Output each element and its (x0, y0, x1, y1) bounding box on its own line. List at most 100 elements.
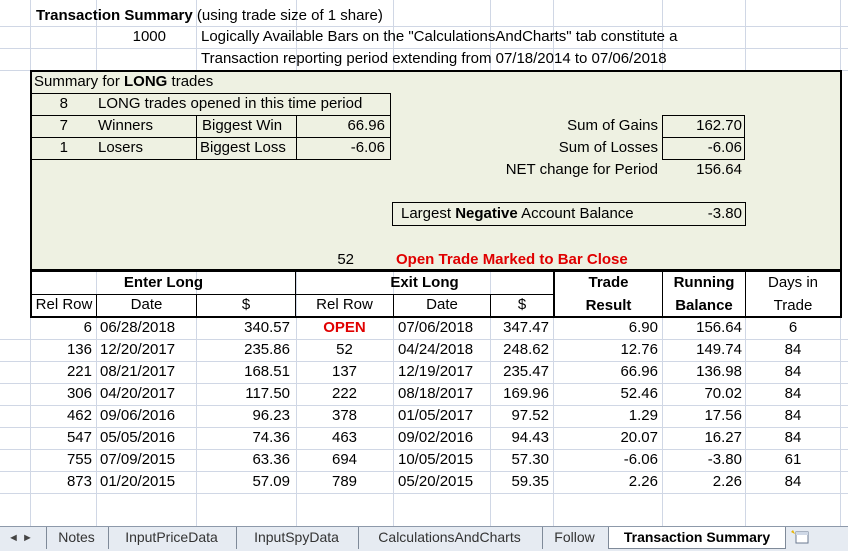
biggest-win-value: 66.96 (347, 117, 385, 134)
trade-result-cell: 52.46 (620, 385, 658, 402)
days-in-trade-cell: 61 (784, 451, 802, 468)
tab-transaction-summary[interactable]: Transaction Summary (608, 527, 786, 549)
biggest-loss-label: Biggest Loss (200, 139, 286, 156)
exit-rel-row-cell: 694 (331, 451, 358, 468)
running-balance-header-1: Running (673, 274, 735, 291)
tab-notes[interactable]: Notes (46, 527, 106, 549)
running-balance-cell: 70.02 (704, 385, 742, 402)
entry-rel-row-cell: 547 (66, 429, 92, 446)
entry-date-cell: 08/21/2017 (100, 363, 176, 380)
tab-scroll-right-icon[interactable]: ► (22, 531, 33, 545)
entry-date-cell: 07/09/2015 (100, 451, 176, 468)
sheet-title: Transaction Summary (using trade size of… (36, 6, 383, 26)
trade-result-cell: 6.90 (628, 319, 658, 336)
days-header-2: Trade (773, 297, 813, 314)
trade-result-cell: 1.29 (628, 407, 658, 424)
days-header-1: Days in (767, 274, 819, 291)
col-date: Date (130, 296, 163, 313)
entry-price-cell: 57.09 (252, 473, 290, 490)
new-sheet-icon[interactable] (790, 529, 812, 547)
running-balance-cell: 149.74 (696, 341, 742, 358)
losers-label: Losers (98, 139, 144, 156)
summary-heading-suffix: trades (167, 73, 214, 90)
sum-losses-label: Sum of Losses (558, 139, 658, 156)
col-exit-date: Date (426, 296, 458, 313)
bars-count: 1000 (132, 28, 166, 45)
entry-price-cell: 74.36 (252, 429, 290, 446)
tab-inputpricedata[interactable]: InputPriceData (108, 527, 234, 549)
days-in-trade-cell: 84 (784, 407, 802, 424)
running-balance-cell: 16.27 (704, 429, 742, 446)
exit-date-cell: 05/20/2015 (398, 473, 474, 490)
largest-neg-suffix: Account Balance (517, 205, 634, 222)
trade-result-header-2: Result (585, 297, 632, 314)
exit-date-cell: 09/02/2016 (398, 429, 474, 446)
header-line-2: Transaction reporting period extending f… (201, 50, 667, 67)
running-balance-cell: 136.98 (696, 363, 742, 380)
entry-date-cell: 06/28/2018 (100, 319, 176, 336)
exit-rel-row-cell: 463 (331, 429, 358, 446)
tab-inputspydata[interactable]: InputSpyData (236, 527, 356, 549)
net-label: NET change for Period (505, 161, 658, 178)
entry-price-cell: 96.23 (252, 407, 290, 424)
largest-neg-bold: Negative (455, 205, 518, 222)
largest-neg-prefix: Largest (401, 205, 456, 222)
tab-calculationsandcharts[interactable]: CalculationsAndCharts (358, 527, 540, 549)
exit-rel-row-cell: 137 (331, 363, 358, 380)
exit-rel-row-cell: 789 (331, 473, 358, 490)
entry-price-cell: 117.50 (245, 385, 290, 402)
biggest-win-label: Biggest Win (202, 117, 283, 134)
trade-result-cell: 66.96 (620, 363, 658, 380)
enter-long-header: Enter Long (123, 274, 204, 291)
entry-date-cell: 04/20/2017 (100, 385, 176, 402)
days-in-trade-cell: 84 (784, 341, 802, 358)
trade-result-cell: 12.76 (620, 341, 658, 358)
trade-result-cell: 2.26 (628, 473, 658, 490)
exit-price-cell: 169.96 (503, 385, 549, 402)
trade-result-header-1: Trade (588, 274, 629, 291)
exit-price-cell: 97.52 (511, 407, 549, 424)
trades-opened-label: LONG trades opened in this time period (98, 95, 363, 112)
exit-date-cell: 10/05/2015 (398, 451, 474, 468)
entry-date-cell: 12/20/2017 (100, 341, 176, 358)
col-exit-dollar: $ (517, 296, 527, 313)
spreadsheet-grid[interactable]: Transaction Summary (using trade size of… (0, 0, 848, 526)
entry-date-cell: 09/06/2016 (100, 407, 176, 424)
sum-gains-value: 162.70 (696, 117, 742, 134)
trade-result-cell: 20.07 (620, 429, 658, 446)
title-bold: Transaction Summary (36, 7, 193, 24)
col-dollar: $ (241, 296, 251, 313)
exit-date-cell: 08/18/2017 (398, 385, 474, 402)
tab-scroll-left-icon[interactable]: ◄ (8, 531, 19, 545)
entry-price-cell: 340.57 (244, 319, 290, 336)
days-in-trade-cell: 84 (784, 385, 802, 402)
entry-price-cell: 63.36 (252, 451, 290, 468)
running-balance-cell: 2.26 (712, 473, 742, 490)
exit-price-cell: 248.62 (503, 341, 549, 358)
summary-heading: Summary for LONG trades (34, 72, 213, 92)
trades-opened-count: 8 (59, 95, 68, 112)
entry-rel-row-cell: 873 (66, 473, 92, 490)
open-trade-label: Open Trade Marked to Bar Close (396, 251, 628, 268)
sum-gains-label: Sum of Gains (567, 117, 658, 134)
tab-follow[interactable]: Follow (542, 527, 606, 549)
exit-date-cell: 07/06/2018 (398, 319, 474, 336)
entry-rel-row-cell: 462 (66, 407, 92, 424)
losers-count: 1 (59, 139, 68, 156)
largest-negative-value: -3.80 (707, 205, 742, 222)
days-in-trade-cell: 6 (788, 319, 798, 336)
open-bar-value: 52 (337, 251, 354, 268)
biggest-loss-value: -6.06 (350, 139, 385, 156)
exit-price-cell: 94.43 (511, 429, 549, 446)
entry-rel-row-cell: 221 (66, 363, 92, 380)
days-in-trade-cell: 84 (784, 473, 802, 490)
col-exit-rel-row: Rel Row (316, 296, 373, 313)
exit-rel-row-cell: 52 (336, 341, 353, 358)
new-sheet-svg (791, 530, 809, 544)
running-balance-header-2: Balance (675, 297, 733, 314)
entry-rel-row-cell: 306 (66, 385, 92, 402)
summary-heading-bold: LONG (124, 73, 168, 90)
exit-price-cell: 235.47 (503, 363, 549, 380)
sheet-tab-bar: ◄ ► Notes InputPriceData InputSpyData Ca… (0, 526, 848, 551)
exit-rel-row-cell: 222 (331, 385, 358, 402)
